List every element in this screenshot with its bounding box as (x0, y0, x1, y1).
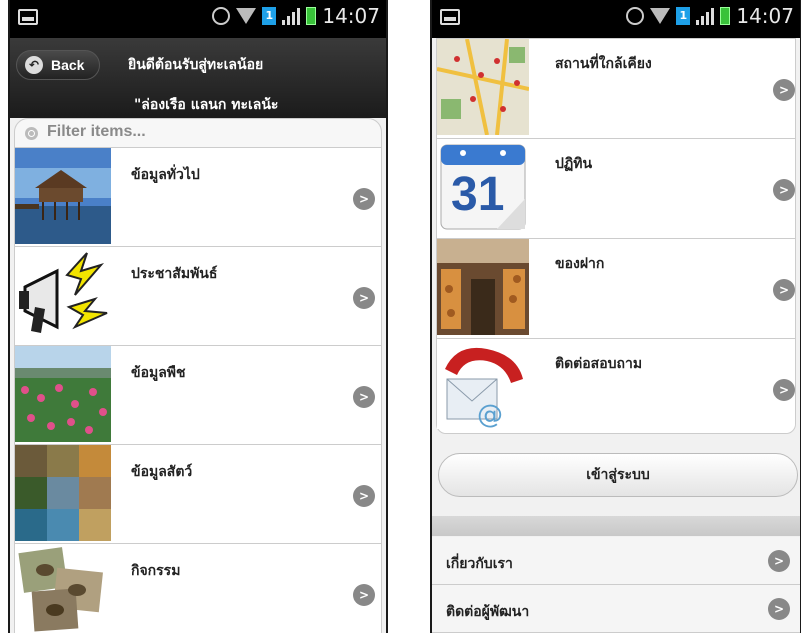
status-time: 14:07 (736, 4, 794, 28)
item-label: ข้อมูลทั่วไป (131, 167, 200, 183)
right-phone-screen: 1 14:07 สถานที่ใกล้เคียง > 31 ปฏิทิน > ข… (430, 0, 801, 633)
contact-developer-link[interactable]: ติดต่อผู้พัฒนา > (432, 585, 800, 633)
chevron-right-icon: > (773, 279, 795, 301)
login-button[interactable]: เข้าสู่ระบบ (438, 453, 798, 497)
chevron-right-icon: > (353, 188, 375, 210)
bird-photos (15, 544, 111, 633)
back-button[interactable]: ↶ Back (16, 50, 100, 80)
calendar-day: 31 (451, 168, 505, 221)
list-item-general-info[interactable]: ข้อมูลทั่วไป > (15, 148, 381, 247)
item-label: ปฏิทิน (555, 156, 593, 172)
filter-input[interactable] (45, 122, 349, 142)
item-label: ติดต่อผู้พัฒนา (446, 604, 530, 620)
list-item-activities[interactable]: กิจกรรม > (15, 544, 381, 633)
chevron-right-icon: > (353, 584, 375, 606)
map-icon (437, 39, 529, 135)
left-phone-screen: 1 14:07 ↶ Back ยินดีต้อนรับสู่ทะเลน้อย "… (8, 0, 388, 633)
battery-icon (720, 7, 731, 25)
list-item-nearby-places[interactable]: สถานที่ใกล้เคียง > (437, 39, 795, 139)
list-item-animals[interactable]: ข้อมูลสัตว์ > (15, 445, 381, 544)
sim-badge: 1 (262, 7, 277, 25)
item-label: กิจกรรม (131, 563, 181, 579)
signal-icon (696, 7, 715, 25)
lotus-field-photo (15, 346, 111, 442)
item-label: สถานที่ใกล้เคียง (555, 56, 652, 72)
wifi-icon (650, 8, 671, 24)
about-us-link[interactable]: เกี่ยวกับเรา > (432, 537, 800, 585)
search-icon (25, 127, 38, 140)
stilt-house-photo (15, 148, 111, 244)
screenshot-icon (440, 9, 460, 25)
chevron-right-icon: > (353, 386, 375, 408)
svg-text:@: @ (477, 400, 503, 429)
list-item-souvenirs[interactable]: ของฝาก > (437, 239, 795, 339)
chevron-right-icon: > (768, 598, 790, 620)
back-arrow-icon: ↶ (25, 56, 43, 74)
chevron-right-icon: > (773, 179, 795, 201)
signal-icon (282, 7, 301, 25)
calendar-icon: 31 (437, 139, 529, 235)
wifi-icon (236, 8, 257, 24)
market-photo (437, 239, 529, 335)
status-bar: 1 14:07 (432, 0, 800, 38)
chevron-right-icon: > (773, 79, 795, 101)
list-item-announcements[interactable]: ประชาสัมพันธ์ > (15, 247, 381, 346)
page-subtitle: "ล่องเรือ แลนก ทะเลน้ะ (134, 97, 279, 113)
phone-email-icon: @ (437, 339, 529, 429)
chevron-right-icon: > (353, 287, 375, 309)
item-label: ของฝาก (555, 256, 605, 272)
item-label: เกี่ยวกับเรา (446, 556, 513, 572)
screenshot-icon (18, 9, 38, 25)
filter-bar (14, 118, 382, 148)
item-label: ประชาสัมพันธ์ (131, 266, 218, 282)
list-item-contact[interactable]: @ ติดต่อสอบถาม > (437, 339, 795, 433)
menu-list: สถานที่ใกล้เคียง > 31 ปฏิทิน > ของฝาก > … (436, 38, 796, 434)
alarm-icon (626, 7, 645, 25)
back-label: Back (51, 57, 85, 73)
page-title: ยินดีต้อนรับสู่ทะเลน้อย (128, 57, 264, 73)
item-label: ติดต่อสอบถาม (555, 356, 643, 372)
battery-icon (306, 7, 317, 25)
list-item-plants[interactable]: ข้อมูลพืช > (15, 346, 381, 445)
chevron-right-icon: > (353, 485, 375, 507)
list-item-calendar[interactable]: 31 ปฏิทิน > (437, 139, 795, 239)
alarm-icon (212, 7, 231, 25)
item-label: ข้อมูลพืช (131, 365, 186, 381)
section-divider (432, 516, 800, 536)
menu-list: ข้อมูลทั่วไป > ประชาสัมพันธ์ > ข้อมูลพืช… (14, 147, 382, 633)
status-time: 14:07 (322, 4, 380, 28)
animal-collage-photo (15, 445, 111, 541)
megaphone-icon (15, 247, 111, 343)
app-header: ↶ Back ยินดีต้อนรับสู่ทะเลน้อย "ล่องเรือ… (10, 38, 386, 118)
status-bar: 1 14:07 (10, 0, 386, 38)
sim-badge: 1 (676, 7, 691, 25)
item-label: ข้อมูลสัตว์ (131, 464, 193, 480)
chevron-right-icon: > (768, 550, 790, 572)
chevron-right-icon: > (773, 379, 795, 401)
